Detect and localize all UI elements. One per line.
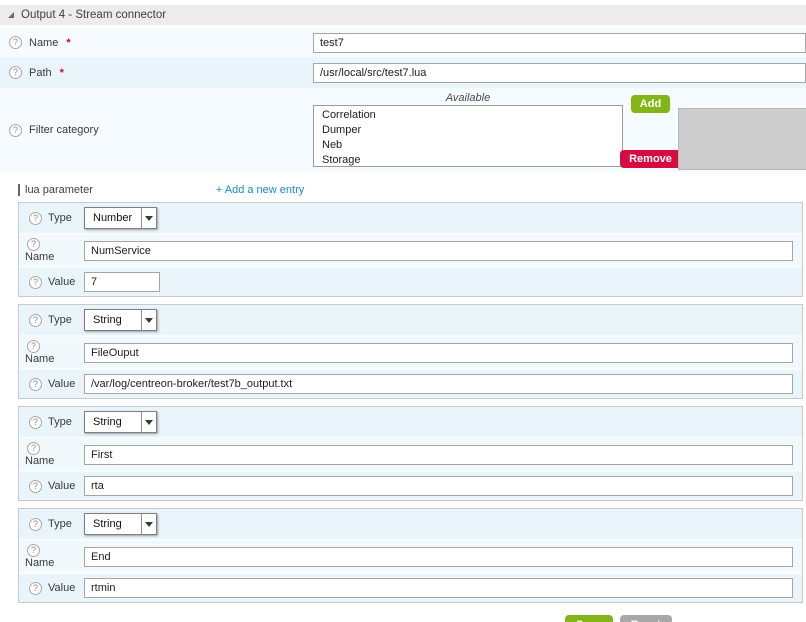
chevron-down-icon [141, 208, 156, 228]
type-label: Type [48, 518, 72, 530]
help-icon[interactable] [29, 212, 42, 225]
param-name-row: Name [19, 335, 802, 368]
available-listbox[interactable]: Correlation Dumper Neb Storage [313, 105, 623, 167]
help-icon[interactable] [9, 124, 22, 137]
type-select[interactable]: String [84, 513, 157, 535]
save-button[interactable]: Save [565, 615, 613, 622]
type-row: Type Number [19, 203, 802, 233]
type-label: Type [48, 314, 72, 326]
lua-parameter-header: lua parameter + Add a new entry [0, 182, 806, 198]
filter-category-label: Filter category [29, 124, 99, 136]
param-value-row: Value [19, 368, 802, 398]
type-select[interactable]: Number [84, 207, 157, 229]
help-icon[interactable] [9, 66, 22, 79]
param-value-input[interactable] [84, 578, 793, 598]
path-label: Path [29, 67, 52, 79]
param-name-input[interactable] [84, 547, 793, 567]
listbox-option[interactable]: Dumper [314, 123, 622, 138]
param-value-label: Value [48, 480, 75, 492]
param-name-label: Name [25, 557, 54, 569]
help-icon[interactable] [29, 416, 42, 429]
path-row: Path * [0, 57, 806, 88]
type-select-value: Number [85, 208, 141, 228]
param-name-label: Name [25, 455, 54, 467]
lua-parameter-title: lua parameter [18, 184, 93, 196]
type-row: Type String [19, 305, 802, 335]
available-caption: Available [313, 91, 623, 105]
type-select-value: String [85, 310, 141, 330]
filter-category-row: Filter category Available Correlation Du… [0, 88, 806, 172]
chevron-down-icon [141, 310, 156, 330]
help-icon[interactable] [9, 36, 22, 49]
param-value-row: Value [19, 470, 802, 500]
help-icon[interactable] [27, 340, 40, 353]
name-row: Name * [0, 28, 806, 57]
listbox-option[interactable]: Storage [314, 153, 622, 167]
type-label: Type [48, 416, 72, 428]
add-button[interactable]: Add [631, 95, 670, 113]
param-name-row: Name [19, 539, 802, 572]
add-new-entry-link[interactable]: + Add a new entry [216, 184, 304, 196]
param-value-label: Value [48, 582, 75, 594]
path-input[interactable] [313, 63, 806, 83]
help-icon[interactable] [29, 276, 42, 289]
lua-parameter-group-3: Type String Name Value [18, 406, 803, 501]
reset-button[interactable]: Reset [620, 615, 672, 622]
name-input[interactable] [313, 33, 806, 53]
required-asterisk: * [66, 37, 70, 49]
output-section-header[interactable]: Output 4 - Stream connector [0, 5, 806, 25]
required-asterisk: * [60, 67, 64, 79]
lua-parameter-group-1: Type Number Name Value [18, 202, 803, 297]
type-label: Type [48, 212, 72, 224]
stream-connector-form: Output 4 - Stream connector Name * Path … [0, 0, 806, 622]
collapse-triangle-icon [8, 12, 14, 18]
param-value-label: Value [48, 276, 75, 288]
param-value-input[interactable] [84, 476, 793, 496]
help-icon[interactable] [29, 518, 42, 531]
help-icon[interactable] [29, 314, 42, 327]
param-name-row: Name [19, 437, 802, 470]
section-title: Output 4 - Stream connector [21, 9, 166, 21]
type-row: Type String [19, 407, 802, 437]
param-name-input[interactable] [84, 343, 793, 363]
param-name-label: Name [25, 251, 54, 263]
type-select[interactable]: String [84, 309, 157, 331]
param-name-label: Name [25, 353, 54, 365]
type-select[interactable]: String [84, 411, 157, 433]
help-icon[interactable] [27, 238, 40, 251]
lua-parameter-group-4: Type String Name Value [18, 508, 803, 603]
chevron-down-icon [141, 514, 156, 534]
listbox-option[interactable]: Correlation [314, 108, 622, 123]
help-icon[interactable] [29, 378, 42, 391]
param-name-input[interactable] [84, 445, 793, 465]
chevron-down-icon [141, 412, 156, 432]
form-actions: Save Reset [0, 610, 806, 622]
help-icon[interactable] [27, 544, 40, 557]
remove-button[interactable]: Remove [620, 150, 681, 168]
param-name-input[interactable] [84, 241, 793, 261]
type-row: Type String [19, 509, 802, 539]
filter-swap-widget: Available Correlation Dumper Neb Storage… [313, 88, 806, 172]
param-name-row: Name [19, 233, 802, 266]
lua-parameter-group-2: Type String Name Value [18, 304, 803, 399]
help-icon[interactable] [29, 480, 42, 493]
help-icon[interactable] [27, 442, 40, 455]
param-value-label: Value [48, 378, 75, 390]
param-value-input[interactable] [84, 272, 160, 292]
param-value-row: Value [19, 572, 802, 602]
listbox-option[interactable]: Neb [314, 138, 622, 153]
param-value-input[interactable] [84, 374, 793, 394]
type-select-value: String [85, 412, 141, 432]
name-label: Name [29, 37, 58, 49]
selected-listbox-disabled [678, 108, 806, 170]
type-select-value: String [85, 514, 141, 534]
help-icon[interactable] [29, 582, 42, 595]
param-value-row: Value [19, 266, 802, 296]
